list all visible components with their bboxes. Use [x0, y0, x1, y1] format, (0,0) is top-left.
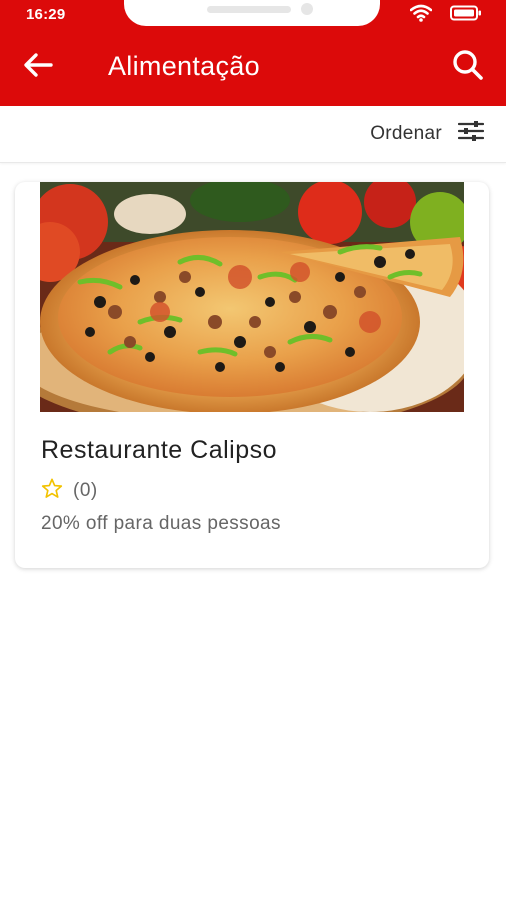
- sort-label: Ordenar: [370, 122, 442, 144]
- battery-icon: [450, 5, 482, 26]
- sort-button[interactable]: Ordenar: [370, 120, 485, 147]
- notch-speaker: [207, 6, 291, 13]
- search-icon: [452, 49, 484, 86]
- status-time: 16:29: [26, 6, 66, 23]
- search-button[interactable]: [450, 49, 486, 85]
- restaurant-name: Restaurante Calipso: [41, 436, 278, 464]
- back-arrow-icon: [23, 52, 53, 83]
- notch-camera: [301, 3, 313, 15]
- offer-text: 20% off para duas pessoas: [41, 513, 281, 534]
- star-outline-icon: [41, 478, 63, 504]
- app-bar: 16:29 Alimentação: [0, 0, 506, 106]
- sort-bar: Ordenar: [0, 106, 506, 163]
- rating-count: (0): [73, 480, 98, 501]
- device-notch: [124, 0, 380, 26]
- restaurant-image: [40, 182, 464, 412]
- restaurant-card[interactable]: Restaurante Calipso (0) 20% off para dua…: [15, 182, 489, 568]
- page-title: Alimentação: [108, 51, 260, 81]
- filter-sliders-icon: [457, 120, 485, 147]
- rating: (0): [41, 478, 98, 504]
- screen: 16:29 Alimentação Ordenar Restaurante Ca…: [0, 0, 506, 900]
- wifi-icon: [409, 4, 433, 27]
- back-button[interactable]: [20, 49, 56, 85]
- status-icons: [409, 4, 482, 27]
